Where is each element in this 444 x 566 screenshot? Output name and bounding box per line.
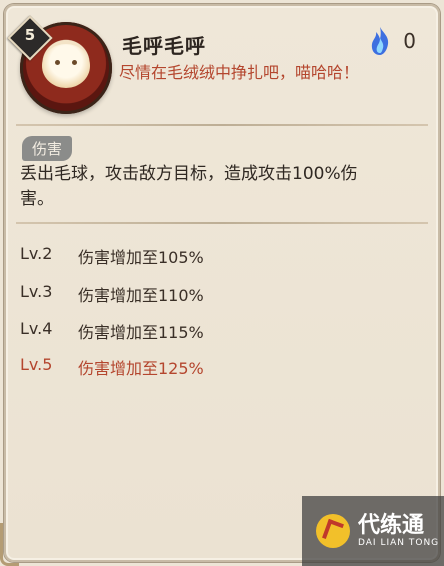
skill-description: 尽情在毛绒绒中挣扎吧，喵哈哈！: [119, 63, 360, 82]
effect-text: 丢出毛球，攻击敌方目标，造成攻击100%伤害。: [20, 164, 358, 209]
level-number: 5: [24, 26, 36, 44]
watermark: 代练通 DAI LIAN TONG: [302, 496, 444, 566]
upgrade-level: Lv.3: [20, 282, 53, 301]
cost-display: 0: [369, 26, 416, 56]
upgrade-row: Lv.3 伤害增加至110%: [20, 282, 204, 306]
blue-ghost-flame-icon: [369, 26, 391, 56]
upgrade-level: Lv.2: [20, 244, 53, 263]
upgrade-text: 伤害增加至110%: [78, 286, 204, 305]
upgrade-row: Lv.2 伤害增加至105%: [20, 244, 204, 268]
corner-ornament: [0, 523, 19, 566]
upgrade-text: 伤害增加至115%: [78, 323, 204, 342]
fur-ball-creature: [42, 44, 90, 88]
upgrade-row: Lv.4 伤害增加至115%: [20, 319, 204, 343]
upgrade-level: Lv.5: [20, 355, 53, 374]
divider: [16, 124, 428, 126]
upgrade-row-current: Lv.5 伤害增加至125%: [20, 355, 204, 379]
upgrade-level: Lv.4: [20, 319, 53, 338]
cost-value: 0: [403, 29, 416, 53]
divider: [16, 222, 428, 224]
upgrade-text: 伤害增加至105%: [78, 248, 204, 267]
damage-tag: 伤害: [22, 136, 73, 161]
watermark-logo-icon: [316, 514, 350, 548]
skill-name: 毛呼毛呼: [122, 34, 206, 58]
watermark-text: 代练通: [358, 513, 425, 538]
watermark-subtext: DAI LIAN TONG: [358, 538, 440, 548]
upgrade-text: 伤害增加至125%: [78, 359, 204, 378]
